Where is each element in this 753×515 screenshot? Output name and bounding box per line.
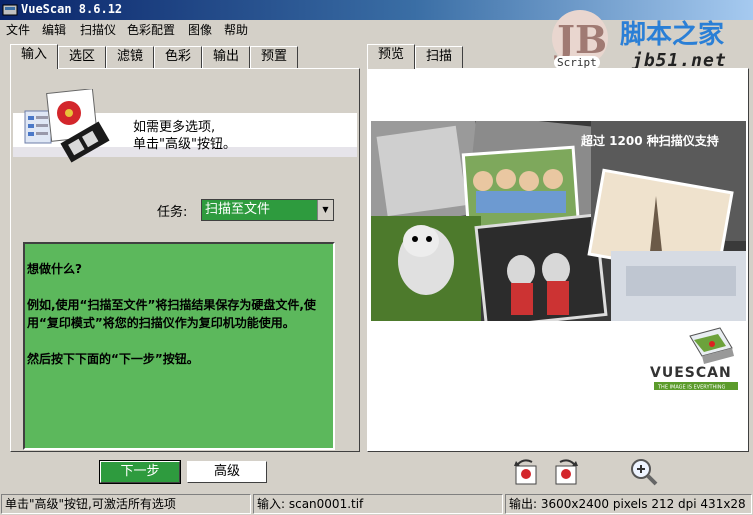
status-input-file: 输入: scan0001.tif — [253, 494, 503, 514]
menu-scanner[interactable]: 扫描仪 — [80, 21, 116, 38]
tab-filter[interactable]: 滤镜 — [106, 46, 154, 68]
next-step-button[interactable]: 下一步 — [99, 460, 181, 484]
zoom-in-icon[interactable] — [628, 456, 660, 488]
vuescan-brand-text: VUESCAN — [650, 365, 732, 381]
input-panel: 如需更多选项, 单击"高级"按钮。 任务: 扫描至文件 ▼ 想做什么? 例如,使… — [10, 68, 360, 452]
tab-preview[interactable]: 预览 — [367, 44, 415, 69]
window-title: VueScan 8.6.12 — [21, 2, 123, 16]
tab-prefs[interactable]: 预置 — [250, 46, 298, 68]
collage-caption: 超过 1200 种扫描仪支持 — [580, 133, 719, 148]
tab-input[interactable]: 输入 — [10, 44, 58, 69]
rotate-left-icon[interactable] — [510, 456, 542, 488]
help-box: 想做什么? 例如,使用“扫描至文件”将扫描结果保存为硬盘文件,使用“复印模式”将… — [23, 242, 335, 450]
menu-edit[interactable]: 编辑 — [42, 21, 66, 38]
advanced-button[interactable]: 高级 — [187, 461, 267, 483]
vuescan-app-icon[interactable] — [2, 2, 18, 18]
menu-color-profile[interactable]: 色彩配置 — [127, 21, 175, 38]
help-example: 例如,使用“扫描至文件”将扫描结果保存为硬盘文件,使用“复印模式”将您的扫描仪作… — [27, 298, 316, 330]
hint-text-line2: 单击"高级"按钮。 — [133, 137, 236, 152]
left-tab-strip: 输入 选区 滤镜 色彩 输出 预置 — [10, 44, 360, 69]
vuescan-logo-icon: THE IMAGE IS EVERYTHING — [654, 327, 738, 391]
site-watermark: JB Script 脚本之家 jb51.net — [540, 4, 753, 72]
menu-help[interactable]: 帮助 — [224, 21, 248, 38]
chevron-down-icon[interactable]: ▼ — [317, 200, 333, 220]
status-hint: 单击"高级"按钮,可激活所有选项 — [1, 494, 251, 514]
help-question: 想做什么? — [27, 262, 82, 276]
status-output-info: 输出: 3600x2400 pixels 212 dpi 431x28 — [505, 494, 752, 514]
tab-color[interactable]: 色彩 — [154, 46, 202, 68]
settings-film-icon — [24, 89, 110, 163]
tab-scan[interactable]: 扫描 — [415, 46, 463, 68]
right-tab-strip: 预览 扫描 — [367, 44, 487, 69]
tab-crop[interactable]: 选区 — [58, 46, 106, 68]
menu-image[interactable]: 图像 — [188, 21, 212, 38]
status-bar: 单击"高级"按钮,可激活所有选项 输入: scan0001.tif 输出: 36… — [0, 493, 753, 515]
task-dropdown[interactable]: 扫描至文件 ▼ — [201, 199, 334, 221]
photo-collage-art: 超过 1200 种扫描仪支持 — [371, 121, 746, 321]
preview-panel: 超过 1200 种扫描仪支持 THE IMAGE IS EVERYTHING V… — [367, 68, 749, 452]
help-next-step: 然后按下下面的“下一步”按钮。 — [27, 352, 199, 366]
task-label: 任务: — [157, 205, 188, 220]
rotate-right-icon[interactable] — [550, 456, 582, 488]
tab-output[interactable]: 输出 — [202, 46, 250, 68]
task-dropdown-value: 扫描至文件 — [205, 202, 271, 217]
preview-collage-image: 超过 1200 种扫描仪支持 — [371, 121, 746, 321]
jb-cn-title: 脚本之家 — [620, 20, 725, 50]
menu-file[interactable]: 文件 — [6, 21, 30, 38]
svg-text:THE IMAGE IS EVERYTHING: THE IMAGE IS EVERYTHING — [657, 385, 726, 391]
